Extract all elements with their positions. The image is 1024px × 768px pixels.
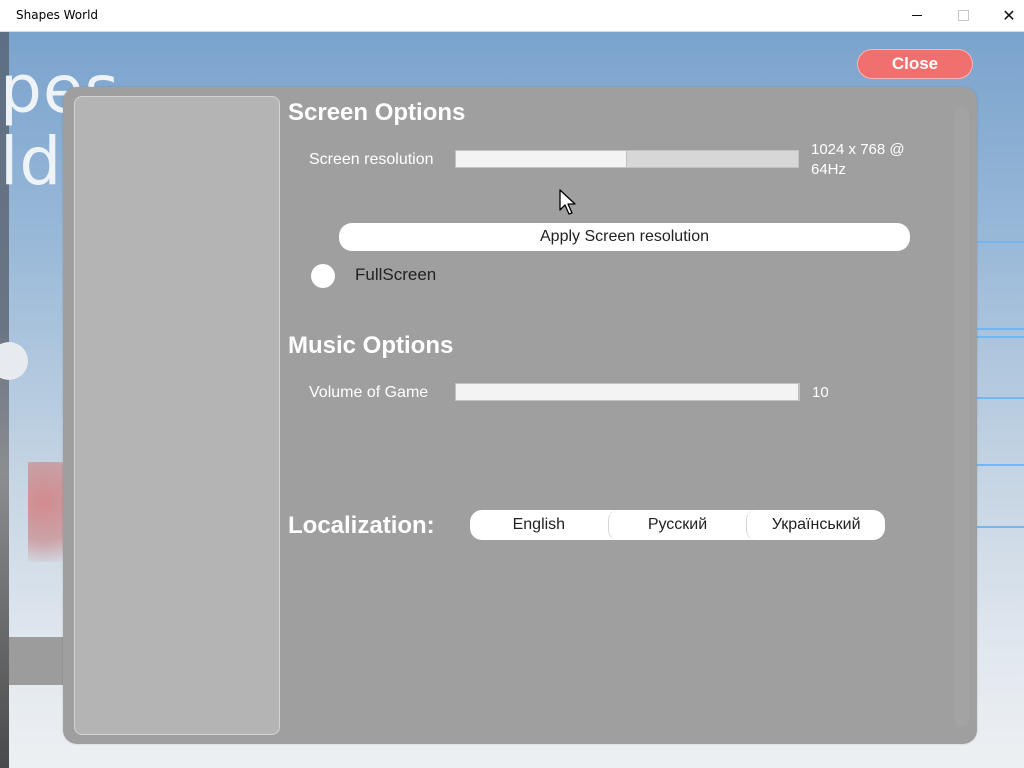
close-button[interactable]: Close: [857, 49, 973, 79]
background-line: [975, 397, 1024, 399]
fullscreen-label[interactable]: FullScreen: [355, 265, 436, 285]
background-shape-red: [28, 462, 68, 562]
minimize-button[interactable]: [894, 0, 940, 31]
close-icon: ✕: [1002, 6, 1016, 25]
background-shape: [0, 342, 28, 380]
volume-label: Volume of Game: [309, 384, 429, 401]
screen-options-title: Screen Options: [288, 99, 466, 126]
screen-resolution-slider[interactable]: [455, 150, 799, 168]
panel-scrollbar[interactable]: [955, 107, 969, 727]
volume-slider[interactable]: [455, 383, 800, 401]
language-english-button[interactable]: English: [470, 510, 608, 540]
minimize-icon: [912, 15, 922, 16]
maximize-button[interactable]: [940, 0, 986, 31]
window-titlebar: Shapes World ✕: [0, 0, 1024, 32]
language-ukrainian-button[interactable]: Український: [746, 510, 885, 540]
window-close-button[interactable]: ✕: [986, 0, 1024, 31]
fullscreen-toggle[interactable]: [311, 264, 335, 288]
volume-slider-fill: [456, 384, 799, 400]
background-line: [975, 336, 1024, 338]
options-sidebar: [74, 96, 280, 735]
volume-value: 10: [812, 384, 829, 401]
language-selector: English Русский Український: [470, 510, 885, 540]
screen-resolution-label: Screen resolution: [309, 151, 434, 168]
apply-resolution-button[interactable]: Apply Screen resolution: [339, 223, 910, 251]
background-line: [970, 241, 1024, 243]
screen-resolution-slider-fill: [456, 151, 627, 167]
game-viewport: pes ld Close Screen Options Screen resol…: [0, 32, 1024, 768]
background-bar: [9, 637, 69, 685]
language-russian-button[interactable]: Русский: [607, 510, 747, 540]
window-title: Shapes World: [16, 8, 99, 22]
mouse-cursor-icon: [559, 189, 576, 215]
background-line: [975, 328, 1024, 330]
localization-title: Localization:: [288, 512, 435, 539]
background-line: [975, 526, 1024, 528]
maximize-icon: [957, 10, 969, 21]
background-line: [975, 464, 1024, 466]
music-options-title: Music Options: [288, 332, 454, 359]
options-panel: Screen Options Screen resolution 1024 x …: [63, 87, 977, 744]
screen-resolution-value: 1024 x 768 @ 64Hz: [811, 141, 905, 178]
